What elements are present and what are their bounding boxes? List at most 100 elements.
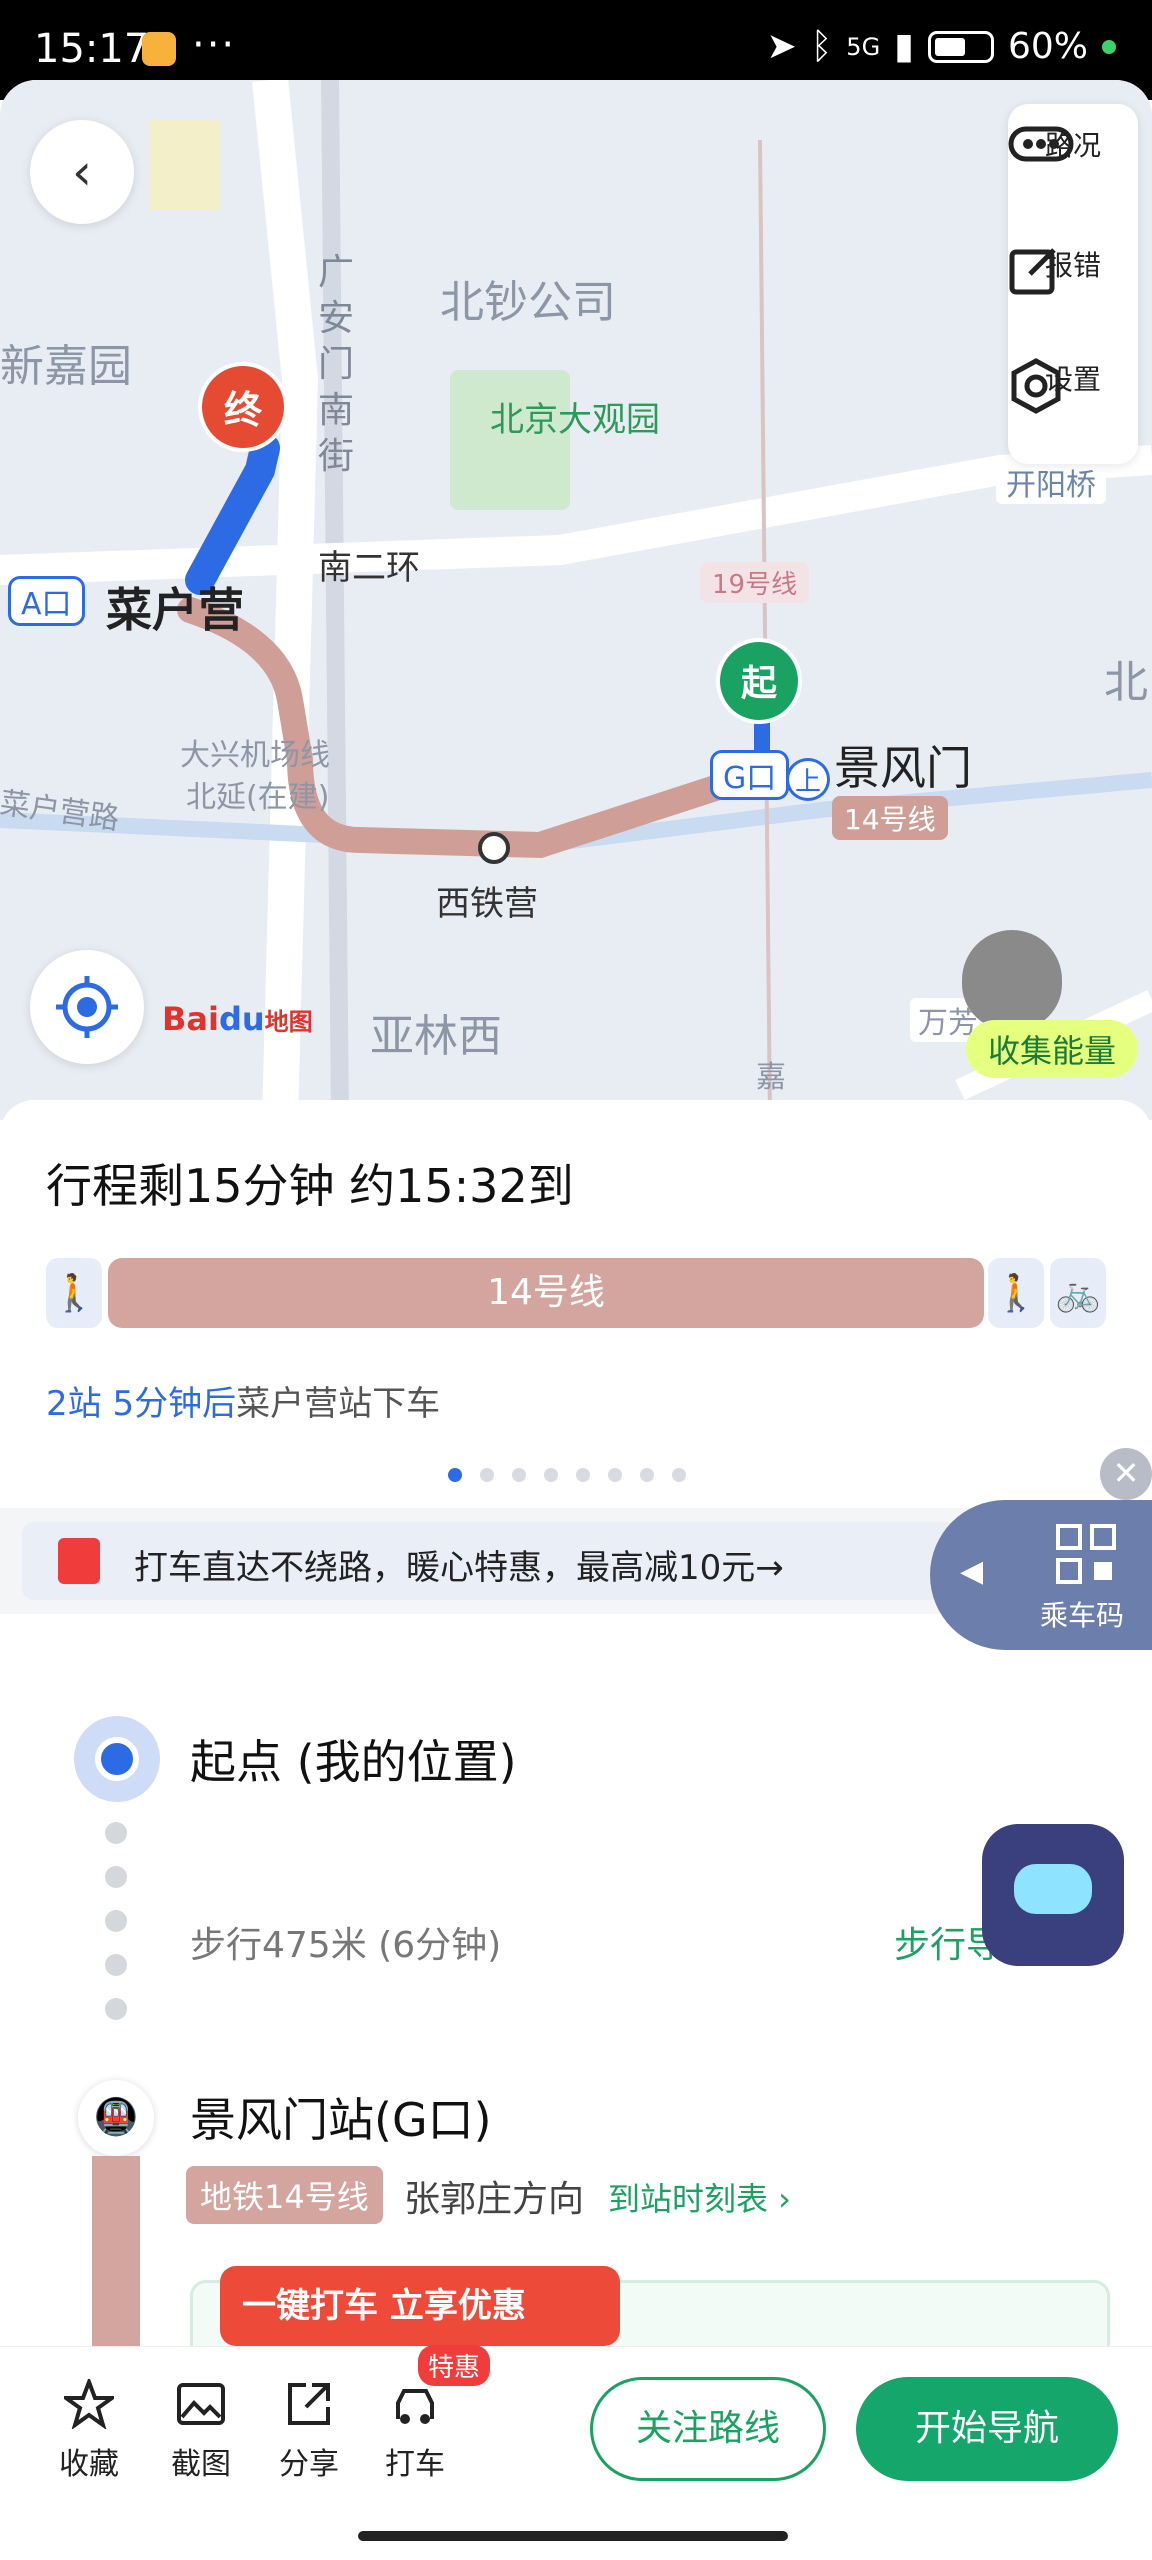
- route-segment-bar: 🚶 14号线 🚶 🚲: [46, 1258, 1106, 1328]
- page-dot: [576, 1468, 590, 1482]
- map-label-line14: 14号线: [832, 796, 948, 840]
- destination-pin[interactable]: 终: [198, 362, 288, 452]
- signal-icon: ▮: [894, 26, 914, 67]
- origin-pin[interactable]: 起: [716, 638, 802, 724]
- walk-icon: 🚶: [46, 1258, 102, 1328]
- back-button[interactable]: ‹: [30, 120, 134, 224]
- segment-line14: 14号线: [108, 1258, 984, 1328]
- traffic-icon: [1008, 126, 1074, 162]
- route-map[interactable]: 新嘉园 北钞公司 北京大观园 广安门南街 南二环 菜户营 19号线 景风门 14…: [0, 80, 1152, 1120]
- report-button[interactable]: 报错: [1008, 244, 1138, 295]
- route-sheet: 行程剩15分钟 约15:32到 🚶 14号线 🚶 🚲 2站 5分钟后菜户营站下车…: [0, 1100, 1152, 2560]
- more-notifications: ···: [192, 22, 237, 68]
- qr-code-icon: [1056, 1524, 1116, 1584]
- page-dot: [480, 1468, 494, 1482]
- page-dot: [448, 1468, 462, 1482]
- image-icon: [177, 2383, 225, 2425]
- chevron-left-icon: ‹: [72, 143, 92, 201]
- app-notification-icon: [142, 32, 176, 66]
- bike-icon: 🚲: [1050, 1258, 1106, 1328]
- timetable-link[interactable]: 到站时刻表 ›: [608, 2174, 791, 2220]
- map-label-airport-line-ext: 北延(在建): [186, 780, 330, 815]
- map-label-airport-line: 大兴机场线: [180, 738, 330, 773]
- map-label-line19: 19号线: [700, 562, 810, 603]
- map-tools-panel: 路况 报错 设置: [1008, 104, 1138, 464]
- ride-code-label: 乘车码: [1040, 1599, 1125, 1632]
- page-dot: [608, 1468, 622, 1482]
- walk-icon: 🚶: [988, 1258, 1044, 1328]
- alight-station: 菜户营站下车: [236, 1384, 441, 1424]
- taxi-promo-button[interactable]: 一键打车 立享优惠: [220, 2266, 620, 2346]
- walk-distance: 步行475米 (6分钟): [190, 1925, 502, 1966]
- metro-train-icon: 🚇: [78, 2080, 154, 2156]
- settings-button[interactable]: 设置: [1008, 358, 1138, 414]
- map-label-bei: 北: [1104, 657, 1148, 708]
- map-label-kaiyangqiao: 开阳桥: [996, 460, 1106, 504]
- active-dot: [1102, 39, 1116, 54]
- baidu-map-logo: Baidu地图: [162, 1000, 313, 1038]
- battery-percent: 60%: [1007, 26, 1088, 67]
- edit-icon: [1009, 248, 1056, 295]
- share-label: 分享: [279, 2447, 339, 2482]
- home-indicator[interactable]: [358, 2531, 788, 2541]
- page-dot: [640, 1468, 654, 1482]
- taxi-button[interactable]: 打车: [370, 2379, 460, 2483]
- collect-energy-button[interactable]: 收集能量: [965, 1020, 1138, 1078]
- traffic-button[interactable]: 路况: [1008, 124, 1138, 164]
- screenshot-button[interactable]: 截图: [156, 2379, 246, 2483]
- red-envelope-icon: [58, 1538, 100, 1584]
- energy-mascot[interactable]: [962, 930, 1062, 1030]
- page-dot: [544, 1468, 558, 1482]
- favorite-button[interactable]: 收藏: [44, 2379, 134, 2483]
- trip-summary: 行程剩15分钟 约15:32到: [46, 1159, 574, 1213]
- status-icons: ➤ ᛒ 5G ▮ 60%: [767, 26, 1116, 67]
- crosshair-icon: [56, 976, 118, 1038]
- status-time: 15:17: [34, 26, 150, 72]
- map-label-jia: 嘉: [756, 1060, 786, 1095]
- location-icon: ➤: [766, 26, 797, 67]
- bluetooth-icon: ᛒ: [810, 26, 833, 67]
- page-dot: [672, 1468, 686, 1482]
- taxi-label: 打车: [385, 2447, 445, 2482]
- map-label-daguanyuan: 北京大观园: [490, 400, 660, 440]
- follow-route-button[interactable]: 关注路线: [590, 2377, 826, 2481]
- battery-icon: [927, 30, 994, 63]
- assistant-robot-button[interactable]: [982, 1824, 1124, 1966]
- map-label-xinjiayuan: 新嘉园: [0, 341, 132, 392]
- start-navigation-button[interactable]: 开始导航: [856, 2377, 1118, 2481]
- start-point-title: 起点 (我的位置): [190, 1735, 517, 1789]
- map-label-nanerhuan: 南二环: [318, 548, 420, 588]
- collapse-arrow-icon: ◀: [960, 1554, 984, 1589]
- ride-code-button[interactable]: ◀ 乘车码: [930, 1500, 1152, 1650]
- network-label: 5G: [846, 32, 881, 61]
- map-label-jingfengmen: 景风门: [834, 741, 972, 795]
- taxi-discount-badge: 特惠: [418, 2345, 491, 2386]
- exit-a-tag: A口: [8, 576, 85, 626]
- map-label-guanganmen-street: 广安门南街: [317, 252, 354, 477]
- page-indicator: [448, 1468, 686, 1482]
- direction-text: 张郭庄方向: [404, 2179, 585, 2220]
- favorite-label: 收藏: [59, 2447, 119, 2482]
- start-point-icon: [74, 1716, 160, 1802]
- star-icon: [64, 2379, 114, 2429]
- map-label-xitieying: 西铁营: [436, 884, 538, 924]
- share-icon: [288, 2383, 330, 2425]
- stop-count-time: 2站 5分钟后: [46, 1384, 237, 1424]
- line-badge: 地铁14号线: [186, 2166, 383, 2224]
- close-promo-button[interactable]: ✕: [1100, 1448, 1152, 1500]
- page-dot: [512, 1468, 526, 1482]
- board-tag: 上: [786, 758, 831, 801]
- exit-g-tag: G口: [710, 750, 790, 800]
- map-label-beichao: 北钞公司: [440, 277, 616, 328]
- share-button[interactable]: 分享: [264, 2379, 354, 2483]
- promo-text: 打车直达不绕路，暖心特惠，最高减10元→: [134, 1548, 784, 1588]
- station-title: 景风门站(G口): [190, 2093, 492, 2147]
- settings-icon: [1011, 358, 1061, 414]
- locate-button[interactable]: [30, 950, 144, 1064]
- bottom-toolbar: 收藏 截图 分享 打车 特惠 关注路线 开始导航: [0, 2345, 1152, 2560]
- map-label-yalinxi: 亚林西: [370, 1011, 502, 1062]
- stop-info: 2站 5分钟后菜户营站下车: [46, 1376, 440, 1425]
- taxi-icon: [396, 2389, 434, 2424]
- map-label-caihuying: 菜户营: [106, 583, 244, 637]
- screenshot-label: 截图: [171, 2447, 231, 2482]
